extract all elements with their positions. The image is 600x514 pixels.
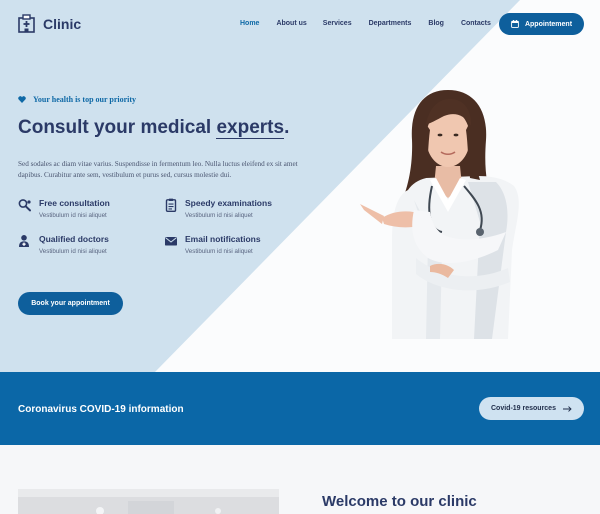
nav-item-contacts[interactable]: Contacts [461,20,491,27]
hero-description: Sed sodales ac diam vitae varius. Suspen… [18,160,298,179]
feature-subtitle: Vestibulum id nisi aliquet [39,212,107,219]
tagline-text: Your health is top our priority [33,95,137,104]
site-header: Clinic Home About us Services Department… [0,0,600,50]
covid-resources-label: Covid-19 resources [491,405,556,412]
feature-email-notifications: Email notifications Vestibulum id nisi a… [164,234,261,255]
appointment-button-label: Appointement [524,20,573,28]
covid-banner-title: Coronavirus COVID-19 information [18,404,184,415]
main-nav: Home About us Services Departments Blog … [240,20,508,27]
nav-item-about-us[interactable]: About us [276,20,306,27]
doctor-icon [19,235,29,247]
clipboard-icon [165,198,177,212]
feature-subtitle: Vestibulum id nisi aliquet [39,248,107,255]
feature-subtitle: Vestibulum id nisi aliquet [185,212,253,219]
doctor-photo [360,90,519,339]
feature-qualified-doctors: Qualified doctors Vestibulum id nisi ali… [18,234,109,255]
book-appointment-button[interactable]: Book your appointment [18,292,123,315]
appointment-button[interactable]: Appointement [499,13,584,35]
nav-item-blog[interactable]: Blog [428,20,444,27]
heart-icon [18,96,26,103]
envelope-icon [165,237,177,246]
welcome-section: Welcome to our clinic [0,445,600,514]
covid-resources-button[interactable]: Covid-19 resources [479,397,584,420]
stethoscope-icon [18,199,31,212]
nav-item-departments[interactable]: Departments [369,20,412,27]
calendar-icon [511,20,519,28]
heading-end: . [284,117,290,138]
feature-title: Qualified doctors [39,234,109,244]
logo[interactable]: Clinic [18,14,81,33]
feature-speedy-examinations: Speedy examinations Vestibulum id nisi a… [164,198,272,219]
arrow-right-icon [562,405,572,412]
feature-free-consultation: Free consultation Vestibulum id nisi ali… [18,198,110,219]
feature-title: Speedy examinations [185,198,272,208]
clinic-photo [18,489,279,514]
covid-banner: Coronavirus COVID-19 information Covid-1… [0,372,600,445]
feature-subtitle: Vestibulum id nisi aliquet [185,248,253,255]
heading-highlight: experts [216,117,285,139]
hospital-icon [18,14,35,33]
nav-item-services[interactable]: Services [323,20,352,27]
page-title: Consult your medical experts. [18,117,289,139]
nav-item-home[interactable]: Home [240,20,259,27]
feature-title: Free consultation [39,198,110,208]
hero-section: Clinic Home About us Services Department… [0,0,600,372]
feature-title: Email notifications [185,234,261,244]
brand-name: Clinic [43,15,82,32]
heading-start: Consult your medical [18,117,217,138]
tagline: Your health is top our priority [18,95,136,104]
welcome-title: Welcome to our clinic [322,493,477,510]
